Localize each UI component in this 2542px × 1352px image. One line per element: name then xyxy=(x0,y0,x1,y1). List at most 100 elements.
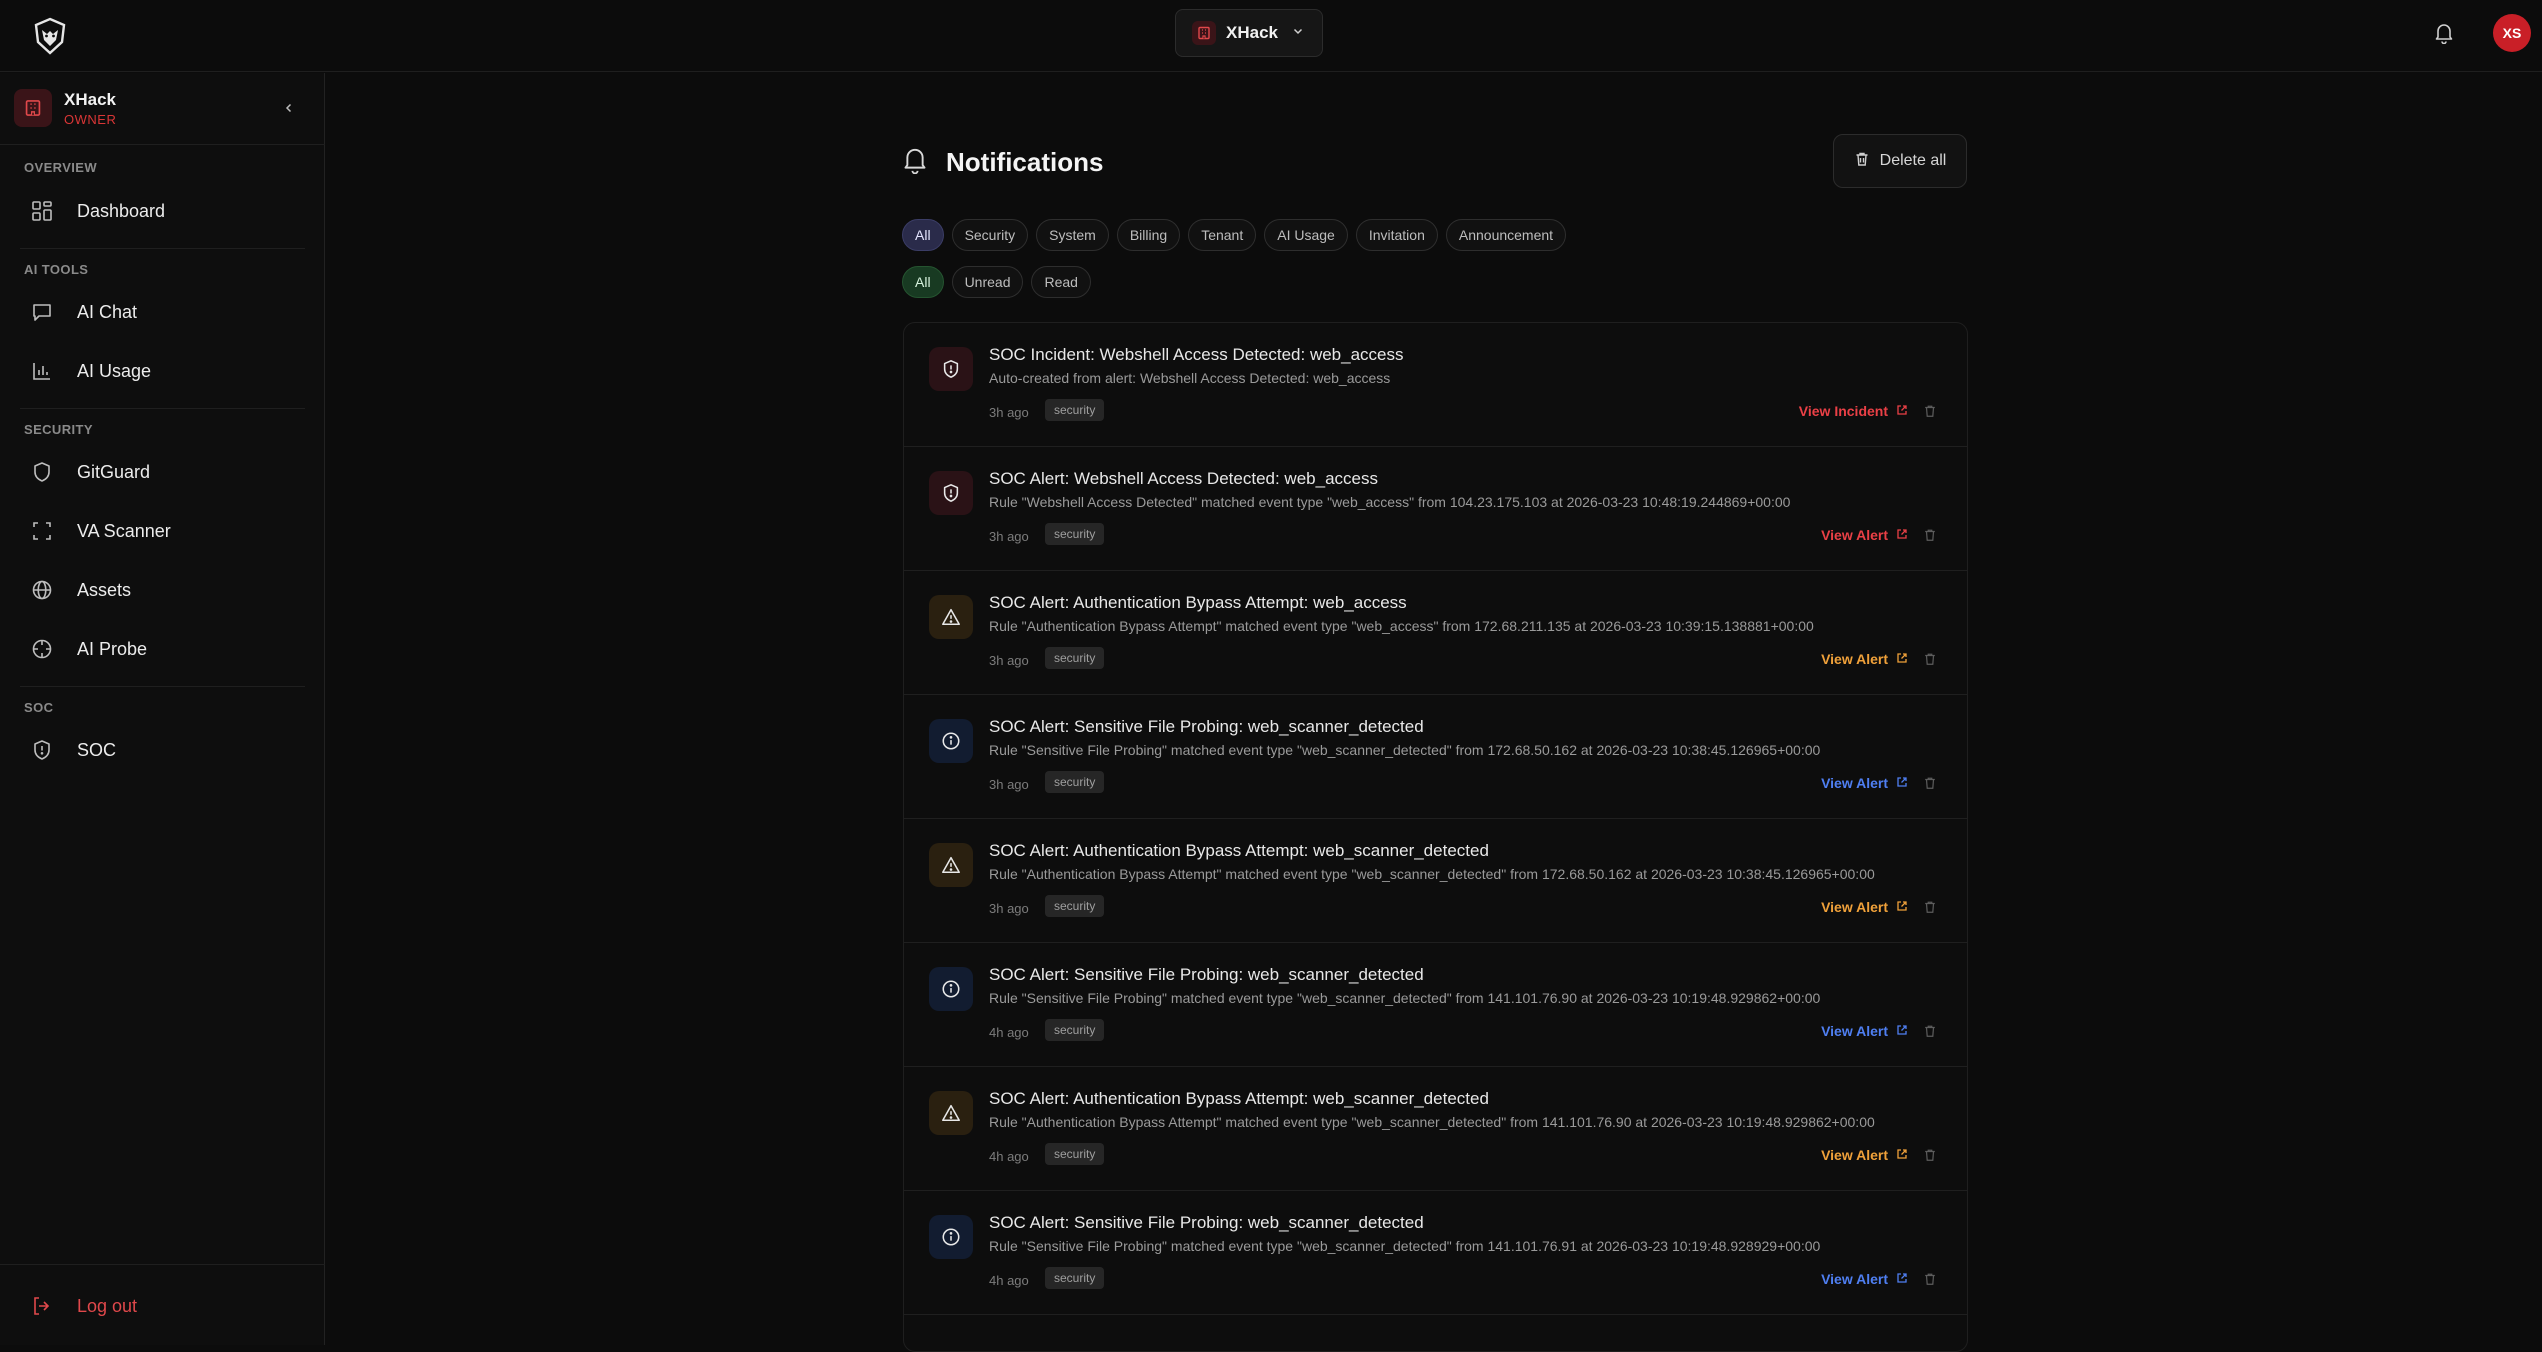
notification-description: Rule "Authentication Bypass Attempt" mat… xyxy=(989,618,1814,634)
notification-description: Rule "Authentication Bypass Attempt" mat… xyxy=(989,1114,1875,1130)
type-filter-row: All Security System Billing Tenant AI Us… xyxy=(902,219,1567,251)
warning-triangle-icon xyxy=(929,1091,973,1135)
notification-title: SOC Alert: Authentication Bypass Attempt… xyxy=(989,841,1489,860)
page-title: Notifications xyxy=(902,146,1103,179)
sidebar-item-ai-chat[interactable]: AI Chat xyxy=(20,289,305,335)
delete-notification-icon[interactable] xyxy=(1922,403,1938,419)
notification-time: 3h ago xyxy=(989,653,1029,668)
sidebar-item-dashboard[interactable]: Dashboard xyxy=(20,188,305,234)
sidebar-item-va-scanner[interactable]: VA Scanner xyxy=(20,508,305,554)
sidebar-item-ai-usage[interactable]: AI Usage xyxy=(20,348,305,394)
sidebar-item-ai-probe[interactable]: AI Probe xyxy=(20,626,305,672)
action-label: View Incident xyxy=(1798,403,1888,419)
notification-title: SOC Alert: Sensitive File Probing: web_s… xyxy=(989,1213,1424,1232)
delete-notification-icon[interactable] xyxy=(1922,899,1938,915)
view-alert-link[interactable]: View Alert xyxy=(1821,1147,1908,1163)
warning-triangle-icon xyxy=(929,595,973,639)
notification-tag: security xyxy=(1045,523,1105,545)
notification-row[interactable]: SOC Alert: Authentication Bypass Attempt… xyxy=(904,1067,1967,1191)
filter-chip-invitation[interactable]: Invitation xyxy=(1355,219,1438,251)
notifications-bell-icon[interactable] xyxy=(2432,18,2456,48)
sidebar-item-gitguard[interactable]: GitGuard xyxy=(20,449,305,495)
logout-icon xyxy=(30,1294,54,1318)
notification-row[interactable]: SOC Alert: Sensitive File Probing: web_s… xyxy=(904,943,1967,1067)
view-alert-link[interactable]: View Alert xyxy=(1821,1271,1908,1287)
notification-title: SOC Alert: Sensitive File Probing: web_s… xyxy=(989,965,1424,984)
scan-icon xyxy=(30,519,54,543)
status-filter-row: All Unread Read xyxy=(902,266,1091,298)
external-link-icon xyxy=(1896,1147,1908,1163)
view-alert-link[interactable]: View Alert xyxy=(1821,1023,1908,1039)
action-label: View Alert xyxy=(1821,527,1888,543)
info-circle-icon xyxy=(929,1215,973,1259)
filter-chip-security[interactable]: Security xyxy=(951,219,1029,251)
chevron-left-icon[interactable] xyxy=(278,97,300,119)
action-label: View Alert xyxy=(1821,899,1888,915)
notification-row[interactable]: SOC Alert: Sensitive File Probing: web_s… xyxy=(904,1191,1967,1315)
divider xyxy=(20,686,305,687)
external-link-icon xyxy=(1896,527,1908,543)
notification-title: SOC Alert: Authentication Bypass Attempt… xyxy=(989,593,1407,612)
filter-chip-system[interactable]: System xyxy=(1036,219,1109,251)
workspace-header[interactable]: XHack OWNER xyxy=(14,85,312,131)
view-alert-link[interactable]: View Alert xyxy=(1821,899,1908,915)
notification-row[interactable]: SOC Incident: Webshell Access Detected: … xyxy=(904,323,1967,447)
notification-description: Rule "Sensitive File Probing" matched ev… xyxy=(989,1238,1821,1254)
sidebar-item-label: VA Scanner xyxy=(77,520,171,541)
notification-row[interactable]: SOC Alert: Authentication Bypass Attempt… xyxy=(904,819,1967,943)
notifications-list: SOC Incident: Webshell Access Detected: … xyxy=(903,322,1968,1352)
filter-chip-tenant[interactable]: Tenant xyxy=(1188,219,1257,251)
notification-time: 3h ago xyxy=(989,529,1029,544)
external-link-icon xyxy=(1896,403,1908,419)
view-alert-link[interactable]: View Alert xyxy=(1821,775,1908,791)
delete-all-button[interactable]: Delete all xyxy=(1833,134,1967,188)
notification-time: 3h ago xyxy=(989,405,1029,420)
status-chip-read[interactable]: Read xyxy=(1031,266,1091,298)
delete-notification-icon[interactable] xyxy=(1922,775,1938,791)
logout-button[interactable]: Log out xyxy=(20,1283,305,1329)
external-link-icon xyxy=(1896,899,1908,915)
divider xyxy=(0,1264,325,1265)
status-chip-unread[interactable]: Unread xyxy=(951,266,1024,298)
warning-triangle-icon xyxy=(929,843,973,887)
notification-row[interactable]: SOC Alert: Authentication Bypass Attempt… xyxy=(904,571,1967,695)
filter-chip-ai-usage[interactable]: AI Usage xyxy=(1264,219,1348,251)
notification-row[interactable]: SOC Alert: Sensitive File Probing: web_s… xyxy=(904,695,1967,819)
filter-chip-all[interactable]: All xyxy=(902,219,944,251)
shield-alert-icon xyxy=(929,347,973,391)
delete-notification-icon[interactable] xyxy=(1922,1023,1938,1039)
external-link-icon xyxy=(1896,1271,1908,1287)
sidebar-item-label: GitGuard xyxy=(77,461,151,482)
sidebar-item-assets[interactable]: Assets xyxy=(20,567,305,613)
logout-label: Log out xyxy=(77,1295,138,1316)
org-name: XHack xyxy=(1226,23,1278,42)
external-link-icon xyxy=(1896,775,1908,791)
view-alert-link[interactable]: View Alert xyxy=(1821,527,1908,543)
filter-chip-billing[interactable]: Billing xyxy=(1116,219,1181,251)
workspace-name: XHack xyxy=(64,89,116,109)
app-logo-icon[interactable] xyxy=(30,16,70,56)
section-label-security: SECURITY xyxy=(24,422,93,437)
view-alert-link[interactable]: View Alert xyxy=(1821,651,1908,667)
delete-notification-icon[interactable] xyxy=(1922,527,1938,543)
notification-description: Rule "Authentication Bypass Attempt" mat… xyxy=(989,866,1875,882)
sidebar-item-soc[interactable]: SOC xyxy=(20,727,305,773)
delete-notification-icon[interactable] xyxy=(1922,1271,1938,1287)
notification-tag: security xyxy=(1045,399,1105,421)
delete-notification-icon[interactable] xyxy=(1922,1147,1938,1163)
notification-row[interactable]: SOC Alert: Webshell Access Detected: web… xyxy=(904,447,1967,571)
trash-icon xyxy=(1854,151,1870,172)
notification-description: Rule "Sensitive File Probing" matched ev… xyxy=(989,742,1821,758)
notification-time: 4h ago xyxy=(989,1025,1029,1040)
building-icon xyxy=(14,89,52,127)
filter-chip-announcement[interactable]: Announcement xyxy=(1445,219,1567,251)
status-chip-all[interactable]: All xyxy=(902,266,944,298)
workspace-role: OWNER xyxy=(64,111,117,127)
external-link-icon xyxy=(1896,1023,1908,1039)
divider xyxy=(20,248,305,249)
view-incident-link[interactable]: View Incident xyxy=(1799,403,1908,419)
notification-tag: security xyxy=(1045,1143,1105,1165)
user-avatar[interactable]: XS xyxy=(2493,14,2531,52)
delete-notification-icon[interactable] xyxy=(1922,651,1938,667)
org-switcher[interactable]: XHack xyxy=(1175,9,1323,57)
